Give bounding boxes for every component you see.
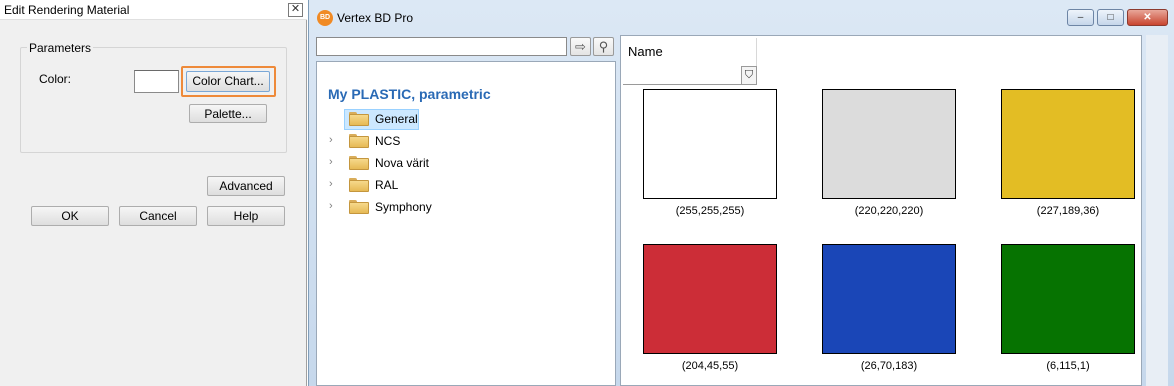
color-label: Color:: [39, 72, 72, 86]
chevron-right-icon[interactable]: ›: [329, 178, 339, 190]
folder-icon: [349, 134, 369, 148]
color-tile-label: (220,220,220): [854, 205, 924, 217]
dialog-title-bar: Edit Rendering Material ✕: [0, 0, 307, 20]
help-button[interactable]: Help: [207, 206, 285, 226]
arrow-right-icon[interactable]: ⇨: [570, 37, 591, 56]
tree-item-label: Symphony: [375, 200, 432, 214]
dialog-title: Edit Rendering Material: [4, 3, 130, 17]
tree-item-label: General: [375, 112, 418, 126]
edit-rendering-material-dialog: Edit Rendering Material ✕ Parameters Col…: [0, 0, 307, 386]
column-header-label: Name: [628, 44, 663, 59]
advanced-button[interactable]: Advanced: [207, 176, 285, 196]
parameters-group: [20, 47, 287, 153]
color-tile-label: (204,45,55): [681, 360, 739, 372]
tree-item-ral[interactable]: › RAL: [329, 175, 529, 196]
tree-item-general[interactable]: General: [329, 109, 529, 130]
search-input[interactable]: [316, 37, 567, 56]
color-tile-label: (6,115,1): [1046, 360, 1090, 372]
tree-heading: My PLASTIC, parametric: [328, 86, 491, 102]
chevron-right-icon[interactable]: ›: [329, 134, 339, 146]
tree-item-ncs[interactable]: › NCS: [329, 131, 529, 152]
color-chart-button[interactable]: Color Chart...: [186, 71, 270, 92]
folder-icon: [349, 178, 369, 192]
color-tile-label: (255,255,255): [675, 205, 745, 217]
vertical-scrollbar[interactable]: [1146, 35, 1168, 386]
color-grid-panel: Name ⛉ (255,255,255) (220,220,220) (227,…: [620, 35, 1142, 386]
color-tile-label: (227,189,36): [1036, 205, 1100, 217]
library-tree: My PLASTIC, parametric General › NCS › N…: [316, 61, 616, 386]
window-title: Vertex BD Pro: [337, 11, 414, 25]
color-swatch[interactable]: [822, 244, 956, 354]
tree-item-nova-varit[interactable]: › Nova värit: [329, 153, 529, 174]
parameters-group-label: Parameters: [27, 41, 94, 55]
tree-item-label: NCS: [375, 134, 401, 148]
filter-icon[interactable]: ⛉: [741, 66, 757, 85]
color-tile-label: (26,70,183): [860, 360, 918, 372]
dialog-close-icon[interactable]: ✕: [288, 3, 303, 17]
minimize-button[interactable]: –: [1067, 9, 1094, 26]
color-swatch[interactable]: [643, 244, 777, 354]
palette-button[interactable]: Palette...: [189, 104, 267, 123]
folder-icon: [349, 200, 369, 214]
color-swatch[interactable]: [1001, 89, 1135, 199]
tree-item-label: Nova värit: [375, 156, 430, 170]
folder-icon: [349, 156, 369, 170]
color-swatch[interactable]: [822, 89, 956, 199]
chevron-right-icon[interactable]: ›: [329, 156, 339, 168]
magnifier-icon[interactable]: ⚲: [593, 37, 614, 56]
ok-button[interactable]: OK: [31, 206, 109, 226]
vertex-app-icon: BD: [317, 10, 333, 26]
tree-item-symphony[interactable]: › Symphony: [329, 197, 529, 218]
cancel-button[interactable]: Cancel: [119, 206, 197, 226]
window-close-button[interactable]: ✕: [1127, 9, 1168, 26]
vertex-bd-pro-window: BD Vertex BD Pro – □ ✕ ⇨ ⚲ My PLASTIC, p…: [308, 0, 1174, 386]
color-swatch[interactable]: [1001, 244, 1135, 354]
tree-item-label: RAL: [375, 178, 399, 192]
chevron-right-icon[interactable]: ›: [329, 200, 339, 212]
color-swatch[interactable]: [134, 70, 179, 93]
name-column-header[interactable]: Name ⛉: [623, 38, 757, 85]
maximize-button[interactable]: □: [1097, 9, 1124, 26]
folder-icon: [349, 112, 369, 126]
color-swatch[interactable]: [643, 89, 777, 199]
window-title-bar: BD Vertex BD Pro – □ ✕: [309, 0, 1174, 34]
